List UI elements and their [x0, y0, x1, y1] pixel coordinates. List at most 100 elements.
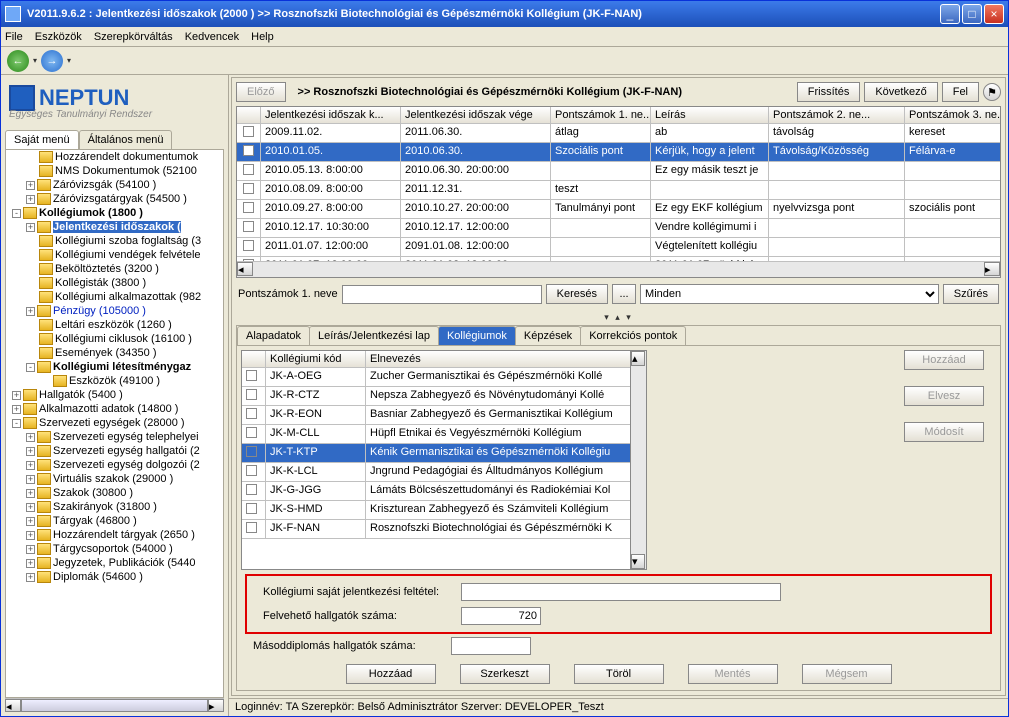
assign-add-button[interactable]: Hozzáad — [904, 350, 984, 370]
grid-row[interactable]: 2010.05.13. 8:00:002010.06.30. 20:00:00E… — [237, 162, 1000, 181]
menu-help[interactable]: Help — [251, 31, 274, 43]
tree-item[interactable]: +Szakok (30800 ) — [6, 486, 223, 500]
search-input[interactable] — [342, 285, 542, 304]
tree-item[interactable]: Kollégisták (3800 ) — [6, 276, 223, 290]
detail-tab[interactable]: Alapadatok — [237, 326, 310, 345]
assign-remove-button[interactable]: Elvesz — [904, 386, 984, 406]
field-own-condition-input[interactable] — [461, 583, 781, 601]
search-more-button[interactable]: ... — [612, 284, 636, 304]
tree-item[interactable]: +Hallgatók (5400 ) — [6, 388, 223, 402]
tree-item[interactable]: NMS Dokumentumok (52100 — [6, 164, 223, 178]
save-button[interactable]: Mentés — [688, 664, 778, 684]
grid-row[interactable]: 2009.11.02.2011.06.30.átlagabtávolságker… — [237, 124, 1000, 143]
tree-item[interactable]: -Kollégiumok (1800 ) — [6, 206, 223, 220]
subgrid-row[interactable]: JK-G-JGGLámáts Bölcsészettudományi és Ra… — [242, 482, 630, 501]
pin-icon[interactable]: ⚑ — [983, 83, 1001, 101]
tree-item[interactable]: Kollégiumi ciklusok (16100 ) — [6, 332, 223, 346]
grid-header[interactable]: Pontszámok 2. ne... — [769, 107, 905, 124]
add-button[interactable]: Hozzáad — [346, 664, 436, 684]
main-grid[interactable]: Jelentkezési időszak k...Jelentkezési id… — [236, 106, 1001, 278]
grid-row[interactable]: 2011.01.07. 12:00:002091.01.08. 12:00:00… — [237, 238, 1000, 257]
tree-item[interactable]: -Kollégiumi létesítménygaz — [6, 360, 223, 374]
subgrid-row[interactable]: JK-R-CTZNepsza Zabhegyező és Növénytudom… — [242, 387, 630, 406]
subgrid-header[interactable] — [242, 351, 266, 368]
tree-item[interactable]: Leltári eszközök (1260 ) — [6, 318, 223, 332]
cancel-button[interactable]: Mégsem — [802, 664, 892, 684]
tree-item[interactable]: +Záróvizsgatárgyak (54500 ) — [6, 192, 223, 206]
nav-back-icon[interactable]: ← — [7, 50, 29, 72]
field-capacity-input[interactable] — [461, 607, 541, 625]
menu-file[interactable]: File — [5, 31, 23, 43]
field-secondary-input[interactable] — [451, 637, 531, 655]
tree-item[interactable]: +Jelentkezési időszakok ( — [6, 220, 223, 234]
chevron-down-icon[interactable]: ▾ — [33, 56, 37, 65]
detail-tab[interactable]: Korrekciós pontok — [580, 326, 686, 345]
tree-h-scrollbar[interactable]: ◂▸ — [5, 698, 224, 712]
subgrid-row[interactable]: JK-S-HMDKriszturean Zabhegyező és Számvi… — [242, 501, 630, 520]
grid-row[interactable]: 2010.01.05.2010.06.30.Szociális pontKérj… — [237, 143, 1000, 162]
menu-fav[interactable]: Kedvencek — [185, 31, 239, 43]
tree-item[interactable]: +Pénzügy (105000 ) — [6, 304, 223, 318]
grid-row[interactable]: 2010.08.09. 8:00:002011.12.31.teszt — [237, 181, 1000, 200]
tree-item[interactable]: +Tárgycsoportok (54000 ) — [6, 542, 223, 556]
tree-item[interactable]: Hozzárendelt dokumentumok — [6, 150, 223, 164]
tree-item[interactable]: Események (34350 ) — [6, 346, 223, 360]
subgrid-row[interactable]: JK-K-LCLJngrund Pedagógiai és Álltudmány… — [242, 463, 630, 482]
tab-general-menu[interactable]: Általános menü — [79, 130, 173, 149]
tree-item[interactable]: +Alkalmazotti adatok (14800 ) — [6, 402, 223, 416]
subgrid-header[interactable]: Kollégiumi kód — [266, 351, 366, 368]
menu-tools[interactable]: Eszközök — [35, 31, 82, 43]
tree-item[interactable]: +Hozzárendelt tárgyak (2650 ) — [6, 528, 223, 542]
nav-forward-icon[interactable]: → — [41, 50, 63, 72]
grid-row[interactable]: 2010.12.17. 10:30:002010.12.17. 12:00:00… — [237, 219, 1000, 238]
search-button[interactable]: Keresés — [546, 284, 608, 304]
tree-item[interactable]: +Záróvizsgák (54100 ) — [6, 178, 223, 192]
grid-header[interactable]: Pontszámok 3. ne... — [905, 107, 1001, 124]
delete-button[interactable]: Töröl — [574, 664, 664, 684]
filter-select[interactable]: Minden — [640, 284, 939, 304]
grid-header[interactable]: Jelentkezési időszak k... — [261, 107, 401, 124]
next-button[interactable]: Következő — [864, 82, 937, 102]
menu-tree[interactable]: Hozzárendelt dokumentumokNMS Dokumentumo… — [5, 150, 224, 698]
detail-tab[interactable]: Kollégiumok — [438, 326, 516, 345]
prev-button[interactable]: Előző — [236, 82, 286, 102]
dorm-grid-v-scrollbar[interactable]: ▴▾ — [631, 350, 647, 570]
close-button[interactable]: × — [984, 4, 1004, 24]
tree-item[interactable]: Eszközök (49100 ) — [6, 374, 223, 388]
grid-h-scrollbar[interactable]: ◂▸ — [237, 261, 1000, 277]
tree-item[interactable]: +Szervezeti egység hallgatói (2 — [6, 444, 223, 458]
collapse-handle[interactable]: ▾ ▴ ▾ — [232, 310, 1005, 325]
subgrid-row[interactable]: JK-T-KTPKénik Germanisztikai és Gépészmé… — [242, 444, 630, 463]
filter-button[interactable]: Szűrés — [943, 284, 999, 304]
minimize-button[interactable]: _ — [940, 4, 960, 24]
tree-item[interactable]: Kollégiumi vendégek felvétele — [6, 248, 223, 262]
maximize-button[interactable]: □ — [962, 4, 982, 24]
tree-item[interactable]: +Diplomák (54600 ) — [6, 570, 223, 584]
detail-tab[interactable]: Képzések — [515, 326, 581, 345]
tree-item[interactable]: +Szakirányok (31800 ) — [6, 500, 223, 514]
grid-header[interactable]: Pontszámok 1. ne... — [551, 107, 651, 124]
tab-own-menu[interactable]: Saját menü — [5, 130, 79, 149]
grid-header[interactable]: Jelentkezési időszak vége — [401, 107, 551, 124]
subgrid-row[interactable]: JK-F-NANRosznofszki Biotechnológiai és G… — [242, 520, 630, 539]
subgrid-header[interactable]: Elnevezés — [366, 351, 631, 368]
subgrid-row[interactable]: JK-R-EONBasniar Zabhegyező és Germaniszt… — [242, 406, 630, 425]
menu-role[interactable]: Szerepkörváltás — [94, 31, 173, 43]
dorm-grid[interactable]: Kollégiumi kódElnevezésJK-A-OEGZucher Ge… — [241, 350, 631, 570]
grid-header[interactable] — [237, 107, 261, 124]
grid-row[interactable]: 2010.09.27. 8:00:002010.10.27. 20:00:00T… — [237, 200, 1000, 219]
refresh-button[interactable]: Frissítés — [797, 82, 861, 102]
tree-item[interactable]: +Szervezeti egység telephelyei — [6, 430, 223, 444]
chevron-down-icon[interactable]: ▾ — [67, 56, 71, 65]
edit-button[interactable]: Szerkeszt — [460, 664, 550, 684]
subgrid-row[interactable]: JK-M-CLLHüpfl Etnikai és Vegyészmérnöki … — [242, 425, 630, 444]
assign-modify-button[interactable]: Módosít — [904, 422, 984, 442]
tree-item[interactable]: +Tárgyak (46800 ) — [6, 514, 223, 528]
tree-item[interactable]: Kollégiumi szoba foglaltság (3 — [6, 234, 223, 248]
tree-item[interactable]: +Virtuális szakok (29000 ) — [6, 472, 223, 486]
tree-item[interactable]: +Szervezeti egység dolgozói (2 — [6, 458, 223, 472]
tree-item[interactable]: +Jegyzetek, Publikációk (5440 — [6, 556, 223, 570]
detail-tab[interactable]: Leírás/Jelentkezési lap — [309, 326, 439, 345]
tree-item[interactable]: -Szervezeti egységek (28000 ) — [6, 416, 223, 430]
subgrid-row[interactable]: JK-A-OEGZucher Germanisztikai és Gépészm… — [242, 368, 630, 387]
